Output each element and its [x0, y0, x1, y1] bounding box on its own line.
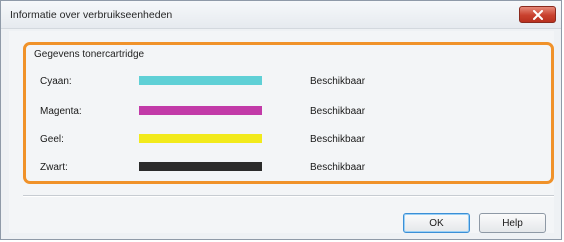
separator [23, 195, 554, 197]
toner-row-yellow: Geel: Beschikbaar [26, 132, 551, 146]
toner-level-bar [139, 162, 262, 171]
toner-status: Beschikbaar [310, 106, 366, 117]
dialog-body: Gegevens tonercartridge Cyaan: Beschikba… [9, 31, 554, 233]
window-title: Informatie over verbruikseenheden [10, 9, 173, 21]
toner-name: Geel: [40, 134, 64, 145]
toner-cartridge-group: Gegevens tonercartridge Cyaan: Beschikba… [23, 42, 554, 184]
toner-status: Beschikbaar [310, 162, 366, 173]
toner-status: Beschikbaar [310, 76, 366, 87]
toner-row-magenta: Magenta: Beschikbaar [26, 104, 551, 118]
toner-name: Zwart: [40, 162, 68, 173]
ok-button[interactable]: OK [403, 213, 470, 233]
toner-row-black: Zwart: Beschikbaar [26, 160, 551, 174]
title-bar: Informatie over verbruikseenheden [1, 1, 561, 29]
close-icon [532, 9, 543, 20]
toner-status: Beschikbaar [310, 134, 366, 145]
help-button[interactable]: Help [479, 213, 546, 233]
toner-level-bar [139, 106, 262, 115]
toner-level-bar [139, 76, 262, 85]
toner-row-cyan: Cyaan: Beschikbaar [26, 74, 551, 88]
consumables-dialog: Informatie over verbruikseenheden Gegeve… [0, 0, 562, 240]
toner-name: Magenta: [40, 106, 82, 117]
close-button[interactable] [519, 6, 556, 23]
toner-name: Cyaan: [40, 76, 72, 87]
toner-level-bar [139, 134, 262, 143]
group-title: Gegevens tonercartridge [34, 49, 145, 60]
